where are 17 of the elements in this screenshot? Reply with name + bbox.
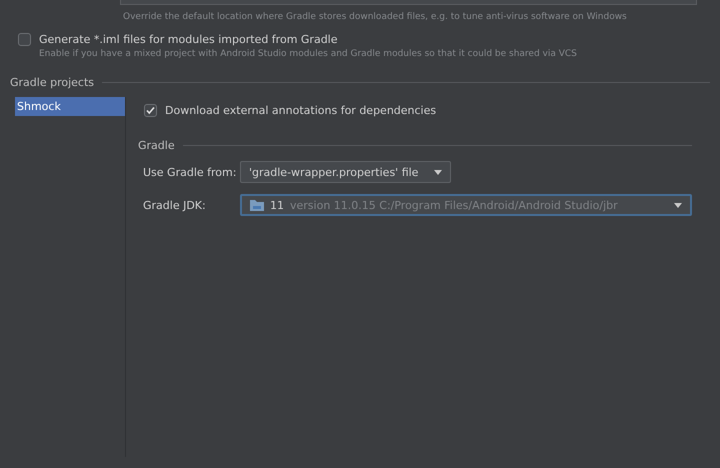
field-label: Use Gradle from: (143, 166, 238, 178)
gradle-source-dropdown[interactable]: 'gradle-wrapper.properties' file (240, 161, 451, 183)
checkbox[interactable] (144, 104, 157, 117)
folder-icon (250, 199, 264, 211)
location-field[interactable] (120, 0, 697, 5)
field-label: Gradle JDK: (143, 198, 207, 212)
iml-hint: Enable if you have a mixed project with Android Studio modules and Gradle modules so that it could be shared via VCS (39, 49, 578, 59)
caret-icon (674, 202, 682, 208)
gradle-jdk-dropdown[interactable]: 11 version 11.0.15 C:/Program Files/Android/Android Studio/jbr (240, 194, 692, 216)
section-title: Gradle projects (10, 76, 94, 89)
project-item[interactable]: Shmock (15, 97, 125, 116)
caret-icon (434, 170, 442, 174)
location-hint: Override the default location where Gradle stores downloaded files, e.g. to tune anti-virus software on Windows (123, 12, 628, 22)
checkbox-label: Generate *.iml files for modules imported from Gradle (39, 33, 338, 46)
checkbox[interactable] (18, 33, 31, 46)
section-title: Gradle (138, 139, 175, 152)
checkbox-label: Download external annotations for dependencies (165, 104, 436, 117)
